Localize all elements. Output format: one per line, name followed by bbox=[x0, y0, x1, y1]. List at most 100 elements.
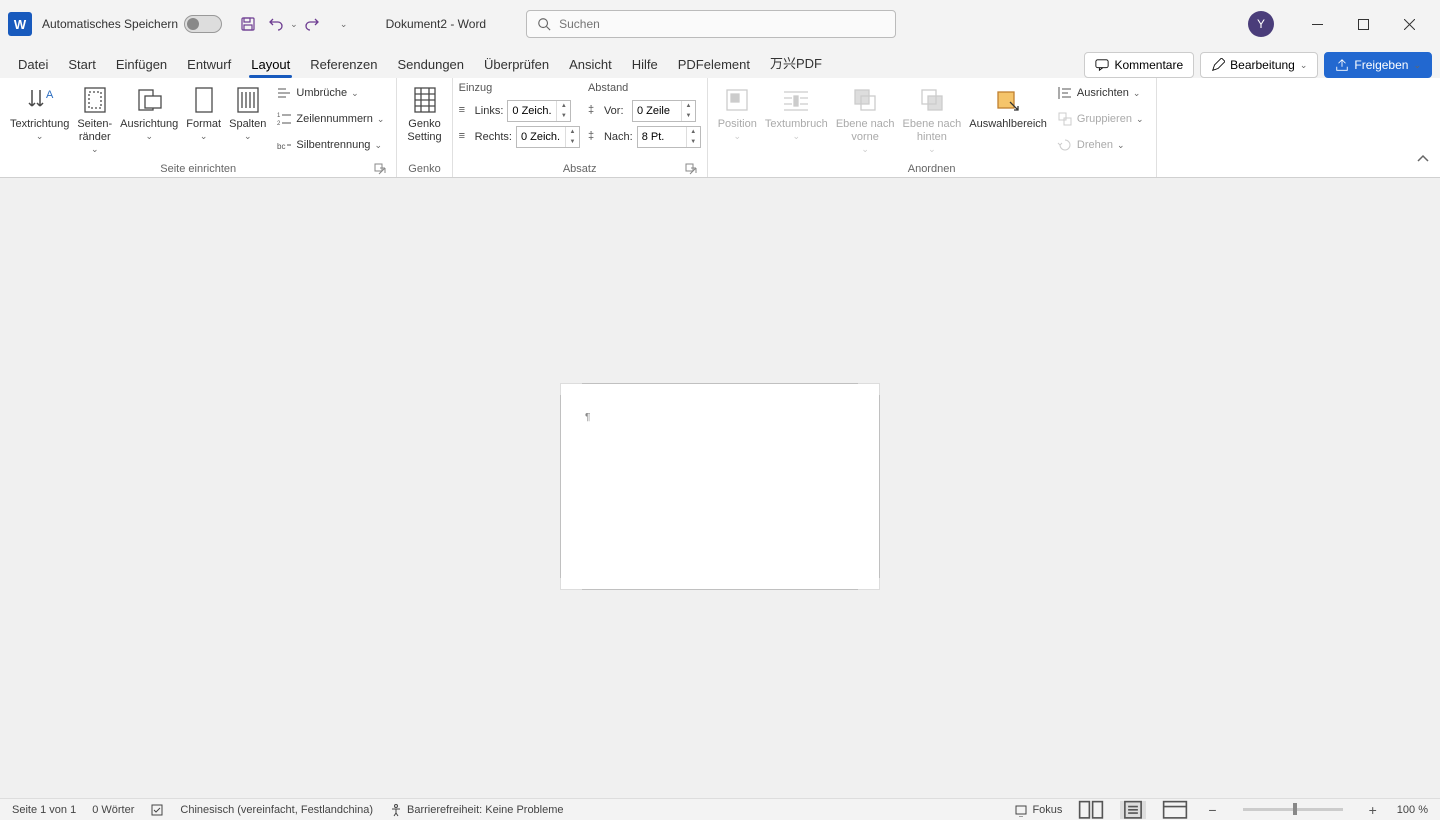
share-button[interactable]: Freigeben ⌄ bbox=[1324, 52, 1432, 78]
breaks-button[interactable]: Umbrüche⌄ bbox=[272, 84, 388, 102]
collapse-ribbon-button[interactable] bbox=[1416, 152, 1430, 171]
comment-icon bbox=[1095, 58, 1109, 72]
zoom-in-button[interactable]: + bbox=[1365, 802, 1381, 818]
word-count[interactable]: 0 Wörter bbox=[92, 804, 134, 816]
focus-mode[interactable]: Fokus bbox=[1014, 803, 1062, 817]
rotate-icon bbox=[1057, 137, 1073, 153]
columns-icon bbox=[232, 84, 264, 116]
genko-icon bbox=[409, 84, 441, 116]
indent-left-input[interactable]: ▲▼ bbox=[507, 100, 571, 122]
tab-referenzen[interactable]: Referenzen bbox=[300, 53, 387, 78]
document-title: Dokument2 - Word bbox=[386, 17, 486, 31]
indent-right-label: ≡Rechts: bbox=[459, 130, 512, 144]
group-button[interactable]: Gruppieren⌄ bbox=[1053, 110, 1148, 128]
bring-forward-icon bbox=[849, 84, 881, 116]
text-direction-button[interactable]: A Textrichtung⌄ bbox=[6, 80, 73, 142]
search-box[interactable] bbox=[526, 10, 896, 38]
redo-button[interactable] bbox=[300, 12, 324, 36]
zoom-out-button[interactable]: − bbox=[1204, 802, 1220, 818]
rotate-button[interactable]: Drehen⌄ bbox=[1053, 136, 1148, 154]
minimize-button[interactable] bbox=[1294, 8, 1340, 40]
selection-pane-button[interactable]: Auswahlbereich bbox=[965, 80, 1051, 131]
align-button[interactable]: Ausrichten⌄ bbox=[1053, 84, 1148, 102]
tab-wanxing-pdf[interactable]: 万兴PDF bbox=[760, 49, 832, 78]
genko-setting-button[interactable]: Genko Setting bbox=[403, 80, 445, 144]
print-layout-view[interactable] bbox=[1120, 801, 1146, 819]
save-button[interactable] bbox=[236, 12, 260, 36]
orientation-button[interactable]: Ausrichtung⌄ bbox=[116, 80, 182, 142]
margin-guide bbox=[858, 578, 880, 590]
indent-left-label: ≡Links: bbox=[459, 104, 504, 118]
tab-ueberpruefen[interactable]: Überprüfen bbox=[474, 53, 559, 78]
paragraph-launcher[interactable] bbox=[685, 163, 697, 175]
accessibility-icon bbox=[389, 803, 403, 817]
spacing-before-icon: ‡ bbox=[588, 104, 602, 118]
page-setup-launcher[interactable] bbox=[374, 163, 386, 175]
tab-sendungen[interactable]: Sendungen bbox=[388, 53, 475, 78]
hyphenation-button[interactable]: bc Silbentrennung⌄ bbox=[272, 136, 388, 154]
margin-guide bbox=[560, 383, 582, 395]
autosave-label: Automatisches Speichern bbox=[42, 17, 178, 31]
document-canvas[interactable]: ¶ bbox=[0, 178, 1440, 798]
group-paragraph: Einzug ≡Links: ▲▼ ≡Rechts: ▲▼ Abstand ‡V… bbox=[453, 78, 708, 177]
comments-button[interactable]: Kommentare bbox=[1084, 52, 1194, 78]
indent-right-input[interactable]: ▲▼ bbox=[516, 126, 580, 148]
editing-mode-button[interactable]: Bearbeitung ⌄ bbox=[1200, 52, 1318, 78]
title-bar: W Automatisches Speichern ⌄ ⌄ Dokument2 … bbox=[0, 0, 1440, 48]
tab-ansicht[interactable]: Ansicht bbox=[559, 53, 622, 78]
read-mode-view[interactable] bbox=[1078, 801, 1104, 819]
text-wrap-button[interactable]: Textumbruch⌄ bbox=[761, 80, 832, 142]
page-setup-group-label: Seite einrichten bbox=[160, 163, 236, 175]
autosave-toggle[interactable] bbox=[184, 15, 222, 33]
spacing-after-input[interactable]: ▲▼ bbox=[637, 126, 701, 148]
chevron-down-icon: ⌄ bbox=[1413, 60, 1421, 71]
zoom-percent[interactable]: 100 % bbox=[1397, 804, 1428, 816]
selection-pane-icon bbox=[992, 84, 1024, 116]
maximize-button[interactable] bbox=[1340, 8, 1386, 40]
send-backward-button[interactable]: Ebene nach hinten⌄ bbox=[899, 80, 966, 155]
page-status[interactable]: Seite 1 von 1 bbox=[12, 804, 76, 816]
group-icon bbox=[1057, 111, 1073, 127]
columns-button[interactable]: Spalten⌄ bbox=[225, 80, 270, 142]
line-numbers-button[interactable]: 12 Zeilennummern⌄ bbox=[272, 110, 388, 128]
text-cursor: ¶ bbox=[585, 412, 590, 423]
pencil-icon bbox=[1211, 58, 1225, 72]
tab-hilfe[interactable]: Hilfe bbox=[622, 53, 668, 78]
undo-button[interactable] bbox=[264, 12, 288, 36]
qat-customize[interactable]: ⌄ bbox=[332, 12, 356, 36]
margins-button[interactable]: Seiten- ränder⌄ bbox=[73, 80, 116, 155]
size-button[interactable]: Format⌄ bbox=[182, 80, 225, 142]
text-direction-icon: A bbox=[24, 84, 56, 116]
status-bar: Seite 1 von 1 0 Wörter Chinesisch (verei… bbox=[0, 798, 1440, 820]
genko-group-label: Genko bbox=[408, 163, 440, 175]
tab-layout[interactable]: Layout bbox=[241, 53, 300, 78]
tab-datei[interactable]: Datei bbox=[8, 53, 58, 78]
margin-guide bbox=[560, 578, 582, 590]
tab-einfuegen[interactable]: Einfügen bbox=[106, 53, 177, 78]
indent-header: Einzug bbox=[459, 82, 580, 94]
undo-dropdown[interactable]: ⌄ bbox=[290, 19, 298, 30]
spacing-before-input[interactable]: ▲▼ bbox=[632, 100, 696, 122]
hyphenation-icon: bc bbox=[276, 137, 292, 153]
accessibility-status[interactable]: Barrierefreiheit: Keine Probleme bbox=[389, 803, 564, 817]
zoom-slider[interactable] bbox=[1243, 808, 1343, 811]
group-page-setup: A Textrichtung⌄ Seiten- ränder⌄ Ausricht… bbox=[0, 78, 397, 177]
user-avatar[interactable]: Y bbox=[1248, 11, 1274, 37]
line-numbers-icon: 12 bbox=[276, 111, 292, 127]
spacing-before-label: ‡Vor: bbox=[588, 104, 628, 118]
tab-entwurf[interactable]: Entwurf bbox=[177, 53, 241, 78]
search-input[interactable] bbox=[559, 17, 885, 31]
position-button[interactable]: Position⌄ bbox=[714, 80, 761, 142]
share-label: Freigeben bbox=[1354, 58, 1408, 72]
bring-forward-button[interactable]: Ebene nach vorne⌄ bbox=[832, 80, 899, 155]
document-page[interactable]: ¶ bbox=[560, 383, 880, 590]
spacing-after-label: ‡Nach: bbox=[588, 130, 633, 144]
web-layout-view[interactable] bbox=[1162, 801, 1188, 819]
svg-text:1: 1 bbox=[277, 113, 281, 119]
spellcheck-status[interactable] bbox=[150, 803, 164, 817]
tab-pdfelement[interactable]: PDFelement bbox=[668, 53, 760, 78]
breaks-icon bbox=[276, 85, 292, 101]
language-status[interactable]: Chinesisch (vereinfacht, Festlandchina) bbox=[180, 804, 373, 816]
close-button[interactable] bbox=[1386, 8, 1432, 40]
tab-start[interactable]: Start bbox=[58, 53, 105, 78]
